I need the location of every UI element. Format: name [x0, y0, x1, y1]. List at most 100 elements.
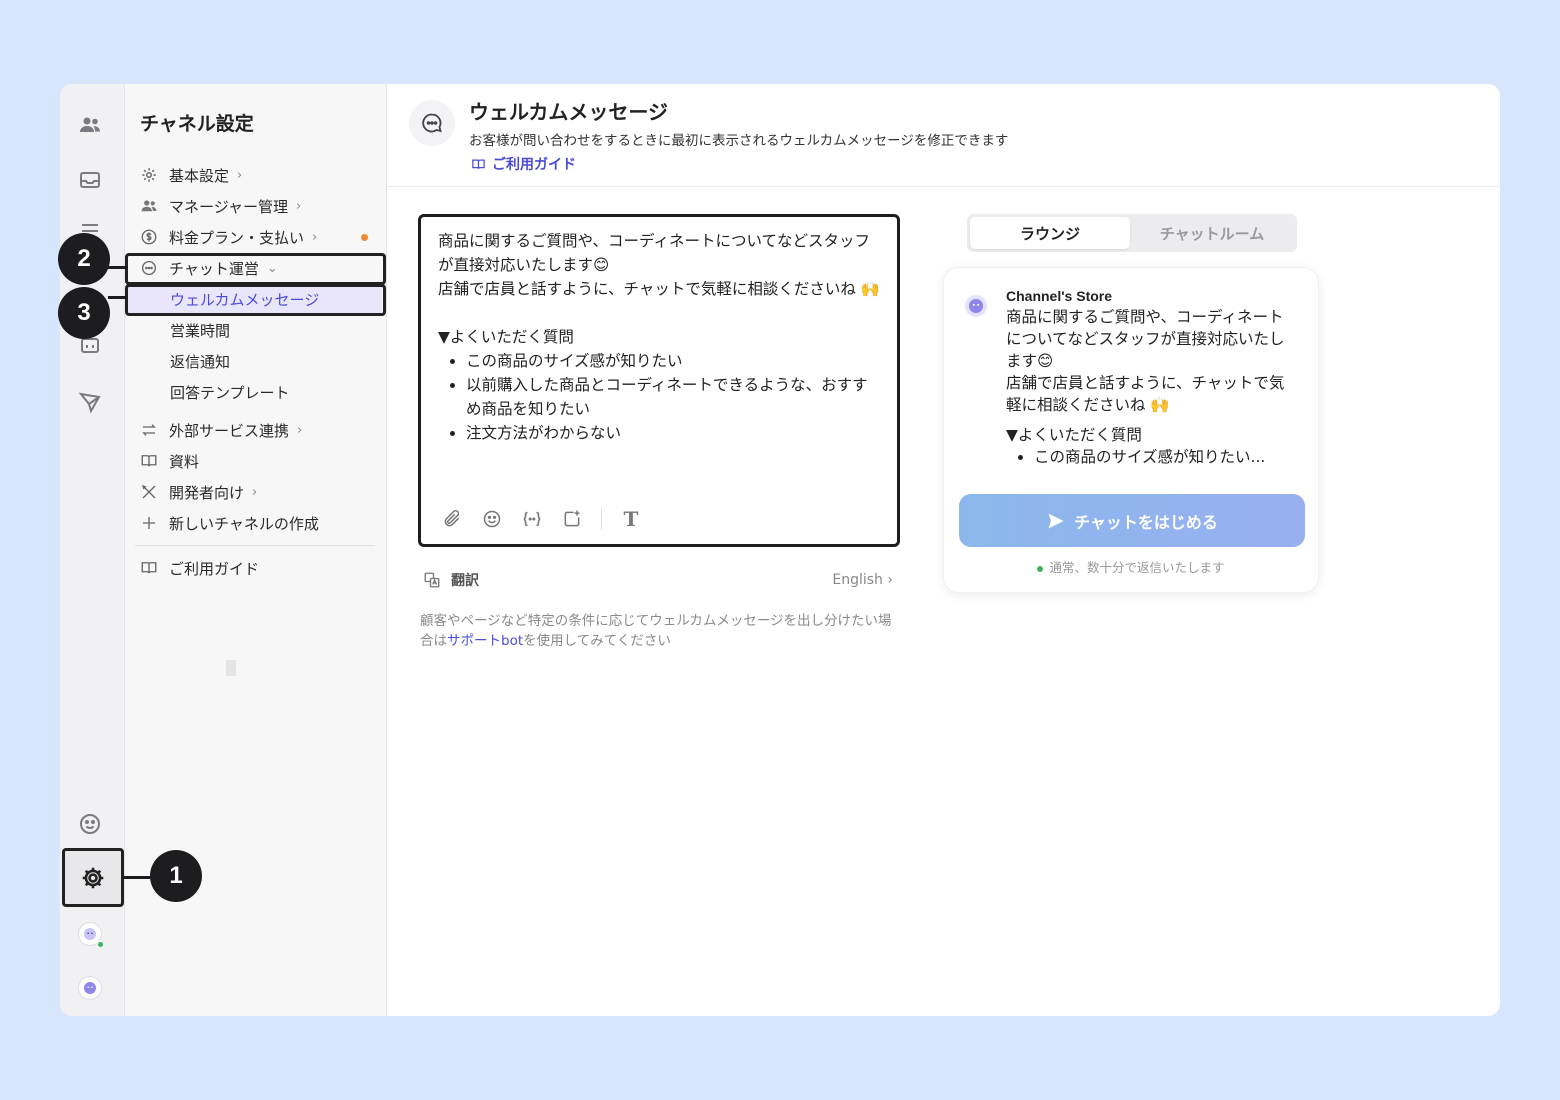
gear-icon [82, 867, 104, 888]
sidebar-item-reply-notify[interactable]: 返信通知 [170, 351, 230, 372]
sidebar-item-guide[interactable]: ご利用ガイド [139, 555, 259, 581]
start-chat-button[interactable]: チャットをはじめる [959, 494, 1305, 547]
callout-2-connector [108, 266, 128, 269]
preview-tabs: ラウンジ チャットルーム [967, 214, 1297, 252]
avatar[interactable] [78, 922, 105, 949]
page-description: お客様が問い合わせをするときに最初に表示されるウェルカムメッセージを修正できます [469, 133, 1009, 149]
preview-faq-list: この商品のサイズ感が知りたい... [1006, 446, 1286, 468]
sidebar-item-label: 新しいチャネルの作成 [169, 514, 319, 533]
sidebar-item-hours[interactable]: 営業時間 [170, 320, 230, 341]
main-content: ウェルカムメッセージ お客様が問い合わせをするときに最初に表示されるウェルカムメ… [387, 84, 1500, 1016]
support-icon[interactable] [75, 809, 105, 839]
translation-label: 翻訳 [451, 573, 479, 589]
callout-2-frame [125, 253, 386, 285]
notice-dot [361, 234, 368, 241]
page-header: ウェルカムメッセージ お客様が問い合わせをするときに最初に表示されるウェルカムメ… [387, 84, 1500, 187]
variable-icon[interactable] [521, 508, 543, 530]
sidebar-item-label: 外部サービス連携 [169, 421, 290, 440]
people-icon [139, 196, 159, 216]
start-chat-label: チャットをはじめる [1074, 512, 1218, 532]
list-item: この商品のサイズ感が知りたい [466, 349, 883, 373]
toolbar-divider [601, 508, 602, 530]
emoji-icon[interactable] [481, 508, 503, 530]
translation-row[interactable]: 翻訳 English › [423, 568, 893, 592]
chevron-right-icon: › [312, 229, 318, 245]
editor-line: 商品に関するご質問や、コーディネートについてなどスタッフが直接対応いたします😊 [438, 232, 870, 274]
reply-status-text: 通常、数十分で返信いたします [1049, 560, 1225, 575]
callout-badge-2: 2 [58, 233, 110, 285]
book-icon [139, 558, 159, 578]
inbox-icon[interactable] [75, 165, 105, 195]
store-avatar [964, 294, 988, 318]
support-bot-link[interactable]: サポートbot [447, 633, 523, 649]
preview-line: 店舗で店員と話すように、チャットで気軽に相談くださいね 🙌 [1006, 374, 1285, 414]
tab-lounge[interactable]: ラウンジ [970, 217, 1130, 249]
editor-blank-line [438, 301, 883, 325]
add-action-icon[interactable] [561, 508, 583, 530]
dollar-icon [139, 227, 159, 247]
sidebar-item-managers[interactable]: マネージャー管理 › [139, 193, 301, 219]
chevron-right-icon: › [295, 198, 302, 214]
editor-faq-list: この商品のサイズ感が知りたい 以前購入した商品とコーディネートできるような、おす… [438, 349, 883, 445]
send-icon [1048, 513, 1064, 528]
people-icon[interactable] [75, 110, 105, 140]
status-dot [1037, 565, 1044, 572]
sidebar-item-integrations[interactable]: 外部サービス連携 › [139, 417, 302, 443]
translation-language[interactable]: English › [832, 572, 893, 588]
chevron-right-icon: › [237, 167, 243, 183]
attach-icon[interactable] [441, 508, 463, 530]
preview-line: 商品に関するご質問や、コーディネートについてなどスタッフが直接対応いたします😊 [1006, 308, 1285, 370]
sidebar-item-developers[interactable]: 開発者向け › [139, 479, 257, 505]
store-avatar-icon [965, 295, 987, 317]
sidebar-item-label: マネージャー管理 [169, 197, 288, 216]
welcome-message-editor[interactable]: 商品に関するご質問や、コーディネートについてなどスタッフが直接対応いたします😊 … [418, 214, 900, 547]
editor-line: 店舗で店員と話すように、チャットで気軽に相談くださいね 🙌 [438, 280, 881, 298]
translation-language-label: English [832, 572, 883, 588]
tools-icon [139, 482, 159, 502]
guide-link[interactable]: ご利用ガイド [471, 154, 576, 174]
app-window: チャネル設定 基本設定 › マネージャー管理 › 料金プラン・支払い › チャッ… [60, 84, 1500, 1016]
sidebar-item-templates[interactable]: 回答テンプレート [170, 382, 290, 403]
plus-icon [139, 513, 159, 533]
online-indicator [96, 940, 105, 949]
sidebar-item-new-channel[interactable]: 新しいチャネルの作成 [139, 510, 319, 536]
support-bot-hint: 顧客やページなど特定の条件に応じてウェルカムメッセージを出し分けたい場合はサポー… [420, 611, 898, 651]
editor-content[interactable]: 商品に関するご質問や、コーディネートについてなどスタッフが直接対応いたします😊 … [438, 229, 883, 445]
sidebar-item-label: 基本設定 [169, 166, 230, 185]
book-icon [472, 159, 485, 169]
preview-card: Channel's Store 商品に関するご質問や、コーディネートについてなど… [943, 267, 1319, 593]
callout-badge-1: 1 [150, 850, 202, 902]
sidebar-item-label: 資料 [169, 452, 200, 471]
editor-faq-heading: ▼よくいただく質問 [438, 328, 574, 346]
list-item: 以前購入した商品とコーディネートできるような、おすすめ商品を知りたい [466, 373, 883, 421]
store-name: Channel's Store [1006, 288, 1113, 304]
hint-text-end: を使用してみてください [523, 633, 671, 649]
gear-icon [139, 165, 159, 185]
icon-rail [60, 84, 125, 1016]
sidebar-item-basic[interactable]: 基本設定 › [139, 162, 242, 188]
settings-button[interactable] [62, 848, 124, 907]
channel-avatar[interactable] [78, 976, 102, 1000]
callout-3-frame [125, 284, 386, 316]
channel-icon [84, 982, 96, 994]
guide-link-label: ご利用ガイド [492, 157, 576, 173]
tab-chatroom[interactable]: チャットルーム [1130, 217, 1294, 249]
sidebar-divider [135, 545, 375, 546]
chevron-right-icon: › [297, 422, 303, 438]
preview-blank-line [1006, 416, 1286, 424]
preview-message: 商品に関するご質問や、コーディネートについてなどスタッフが直接対応いたします😊 … [1006, 306, 1286, 468]
list-item: この商品のサイズ感が知りたい... [1034, 446, 1286, 468]
scrollbar-thumb[interactable] [226, 660, 236, 676]
sidebar-item-label: ご利用ガイド [169, 559, 260, 578]
sidebar-item-billing[interactable]: 料金プラン・支払い › [139, 224, 317, 250]
swap-icon [139, 420, 159, 440]
sidebar-item-label: 料金プラン・支払い [169, 228, 305, 247]
page-title: ウェルカムメッセージ [469, 100, 668, 124]
reply-status: 通常、数十分で返信いたします [944, 557, 1318, 576]
sidebar-item-resources[interactable]: 資料 [139, 448, 199, 474]
list-item: 注文方法がわからない [466, 421, 883, 445]
translate-icon [424, 572, 440, 588]
callout-badge-3: 3 [58, 287, 110, 339]
text-format-icon[interactable]: T [620, 507, 642, 531]
send-icon[interactable] [75, 387, 105, 417]
